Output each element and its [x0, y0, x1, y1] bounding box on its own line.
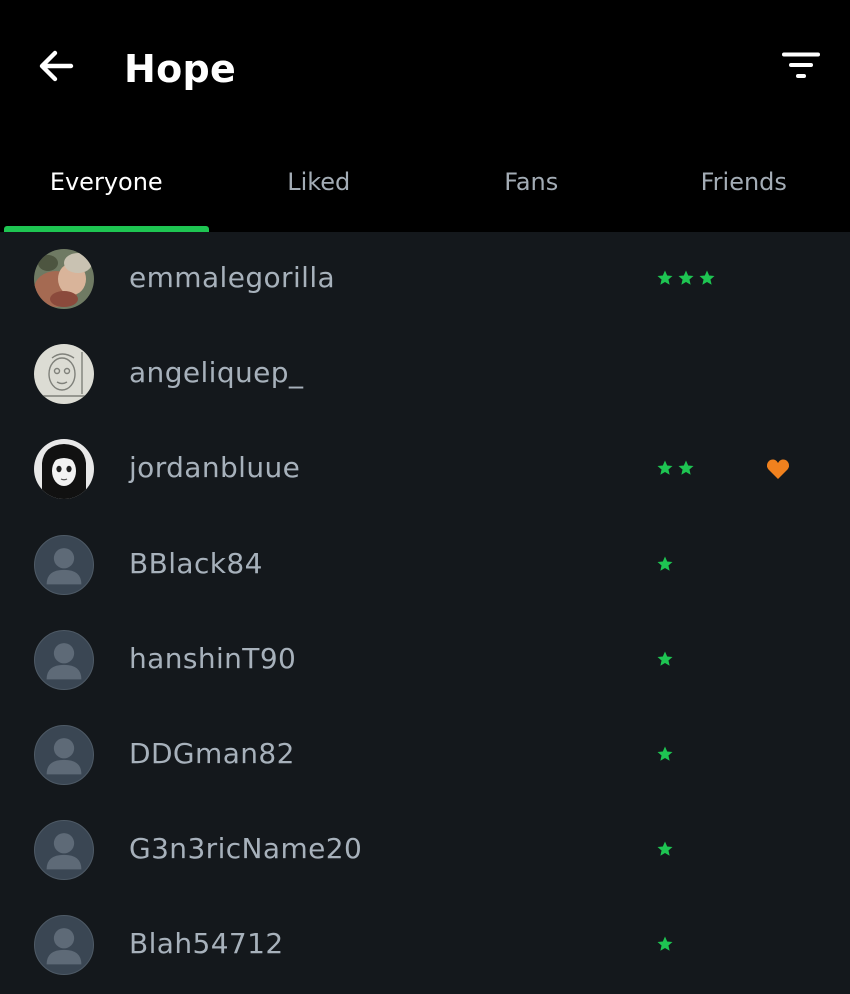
list-item[interactable]: G3n3ricName20	[0, 803, 850, 898]
avatar[interactable]	[34, 344, 94, 404]
username: Blah54712	[129, 924, 284, 964]
page-title: Hope	[124, 40, 236, 98]
star-rating	[656, 548, 674, 580]
username: emmalegorilla	[129, 258, 335, 298]
avatar[interactable]	[34, 249, 94, 309]
username: angeliquep_	[129, 353, 303, 393]
list-item[interactable]: DDGman82	[0, 708, 850, 803]
filter-button[interactable]	[774, 46, 828, 86]
member-list: emmalegorilla angeliquep_	[0, 232, 850, 994]
star-icon	[656, 935, 674, 953]
list-item[interactable]: jordanbluue	[0, 422, 850, 517]
tab-label: Everyone	[0, 150, 213, 196]
default-avatar-icon	[35, 631, 93, 689]
tab-friends[interactable]: Friends	[638, 150, 850, 232]
star-rating	[656, 643, 674, 675]
username: jordanbluue	[129, 448, 300, 488]
avatar[interactable]	[34, 915, 94, 975]
star-icon	[677, 269, 695, 287]
filter-icon	[781, 51, 821, 81]
star-icon	[677, 459, 695, 477]
star-rating	[656, 738, 674, 770]
star-icon	[656, 555, 674, 573]
tab-label: Friends	[638, 150, 850, 196]
tab-everyone[interactable]: Everyone	[0, 150, 213, 232]
tab-bar: Everyone Liked Fans Friends	[0, 150, 850, 232]
star-icon	[656, 840, 674, 858]
tab-label: Fans	[425, 150, 638, 196]
avatar[interactable]	[34, 535, 94, 595]
avatar[interactable]	[34, 439, 94, 499]
star-icon	[656, 650, 674, 668]
username: BBlack84	[129, 544, 263, 584]
tab-fans[interactable]: Fans	[425, 150, 638, 232]
avatar[interactable]	[34, 820, 94, 880]
avatar[interactable]	[34, 630, 94, 690]
list-item[interactable]: angeliquep_	[0, 327, 850, 422]
list-item[interactable]: hanshinT90	[0, 613, 850, 708]
star-rating	[656, 928, 674, 960]
star-icon	[656, 269, 674, 287]
heart-icon	[766, 458, 790, 480]
username: G3n3ricName20	[129, 829, 362, 869]
star-icon	[656, 745, 674, 763]
default-avatar-icon	[35, 916, 93, 974]
tab-liked[interactable]: Liked	[213, 150, 426, 232]
default-avatar-icon	[35, 536, 93, 594]
star-icon	[698, 269, 716, 287]
star-rating	[656, 833, 674, 865]
tab-label: Liked	[213, 150, 426, 196]
list-item[interactable]: Blah54712	[0, 898, 850, 993]
default-avatar-icon	[35, 726, 93, 784]
star-rating	[656, 262, 716, 294]
username: hanshinT90	[129, 639, 296, 679]
avatar[interactable]	[34, 725, 94, 785]
default-avatar-icon	[35, 821, 93, 879]
back-button[interactable]	[32, 44, 82, 88]
username: DDGman82	[129, 734, 295, 774]
star-icon	[656, 459, 674, 477]
list-item[interactable]: BBlack84	[0, 518, 850, 613]
list-item[interactable]: emmalegorilla	[0, 232, 850, 327]
app-header: Hope Everyone Liked Fans Friends	[0, 0, 850, 232]
arrow-left-icon	[37, 49, 77, 83]
star-rating	[656, 452, 695, 484]
